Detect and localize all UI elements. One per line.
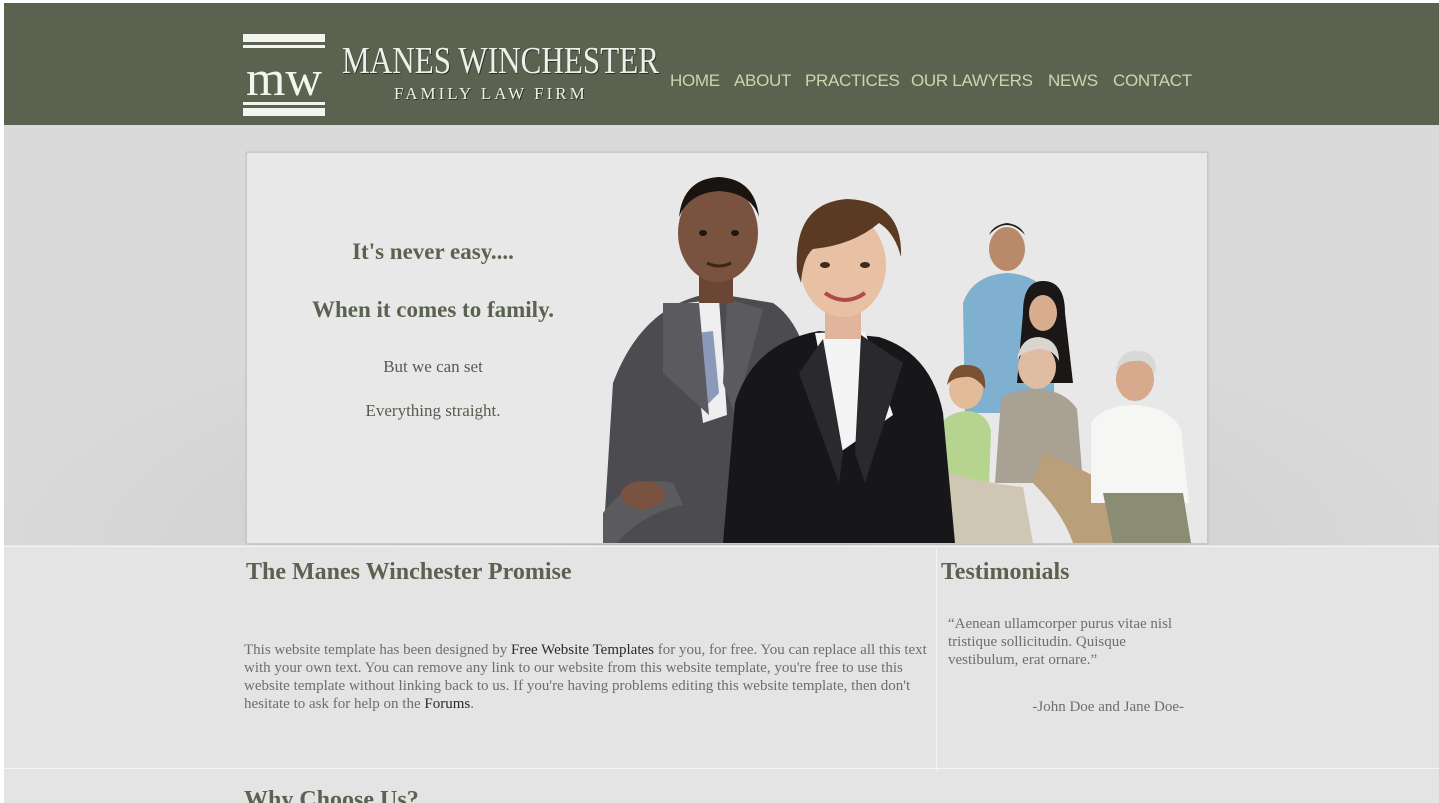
testimonials-title: Testimonials	[941, 559, 1070, 585]
svg-text:mw: mw	[246, 50, 322, 106]
forums-link[interactable]: Forums	[424, 696, 470, 712]
promise-text-a: This website template has been designed …	[244, 642, 512, 658]
header: mw MANES WINCHESTER FAMILY LAW FIRM HOME…	[4, 3, 1439, 125]
why-choose-us-title: Why Choose Us?	[244, 787, 419, 803]
promise-body: This website template has been designed …	[244, 641, 929, 713]
brand-name: MANES WINCHESTER	[342, 40, 660, 82]
hero-line-4: Everything straight.	[365, 401, 501, 420]
promise-title: The Manes Winchester Promise	[246, 559, 572, 585]
brand-tagline: FAMILY LAW FIRM	[394, 84, 588, 103]
page: mw MANES WINCHESTER FAMILY LAW FIRM HOME…	[4, 3, 1439, 803]
testimonial-quote: “Aenean ullamcorper purus vitae nisl tri…	[948, 616, 1173, 668]
nav-news[interactable]: NEWS	[1048, 71, 1098, 91]
hero-banner: It's never easy.... When it comes to fam…	[246, 152, 1208, 544]
nav-about[interactable]: ABOUT	[734, 71, 791, 91]
family-group-image	[943, 223, 1191, 543]
nav-home[interactable]: HOME	[670, 71, 720, 91]
nav-our-lawyers[interactable]: OUR LAWYERS	[911, 71, 1033, 91]
hero-line-3: But we can set	[383, 357, 483, 376]
hero-people-photo	[603, 177, 1191, 543]
promise-text-c: .	[470, 696, 474, 712]
nav-contact[interactable]: CONTACT	[1113, 71, 1192, 91]
lawyer-woman-image	[723, 199, 955, 543]
section-divider-bottom	[4, 768, 1439, 769]
section-divider-top	[4, 546, 1439, 547]
column-divider	[936, 548, 937, 771]
hero-headline: It's never easy....	[352, 239, 514, 264]
hero-subheadline: When it comes to family.	[311, 297, 555, 322]
testimonial-author: -John Doe and Jane Doe-	[1032, 699, 1184, 715]
free-website-templates-link[interactable]: Free Website Templates	[511, 642, 654, 658]
logo[interactable]: mw MANES WINCHESTER FAMILY LAW FIRM	[242, 33, 659, 123]
logo-pillar-icon: mw	[243, 34, 325, 116]
hero-text: It's never easy.... When it comes to fam…	[247, 239, 619, 421]
nav-practices[interactable]: PRACTICES	[805, 71, 900, 91]
